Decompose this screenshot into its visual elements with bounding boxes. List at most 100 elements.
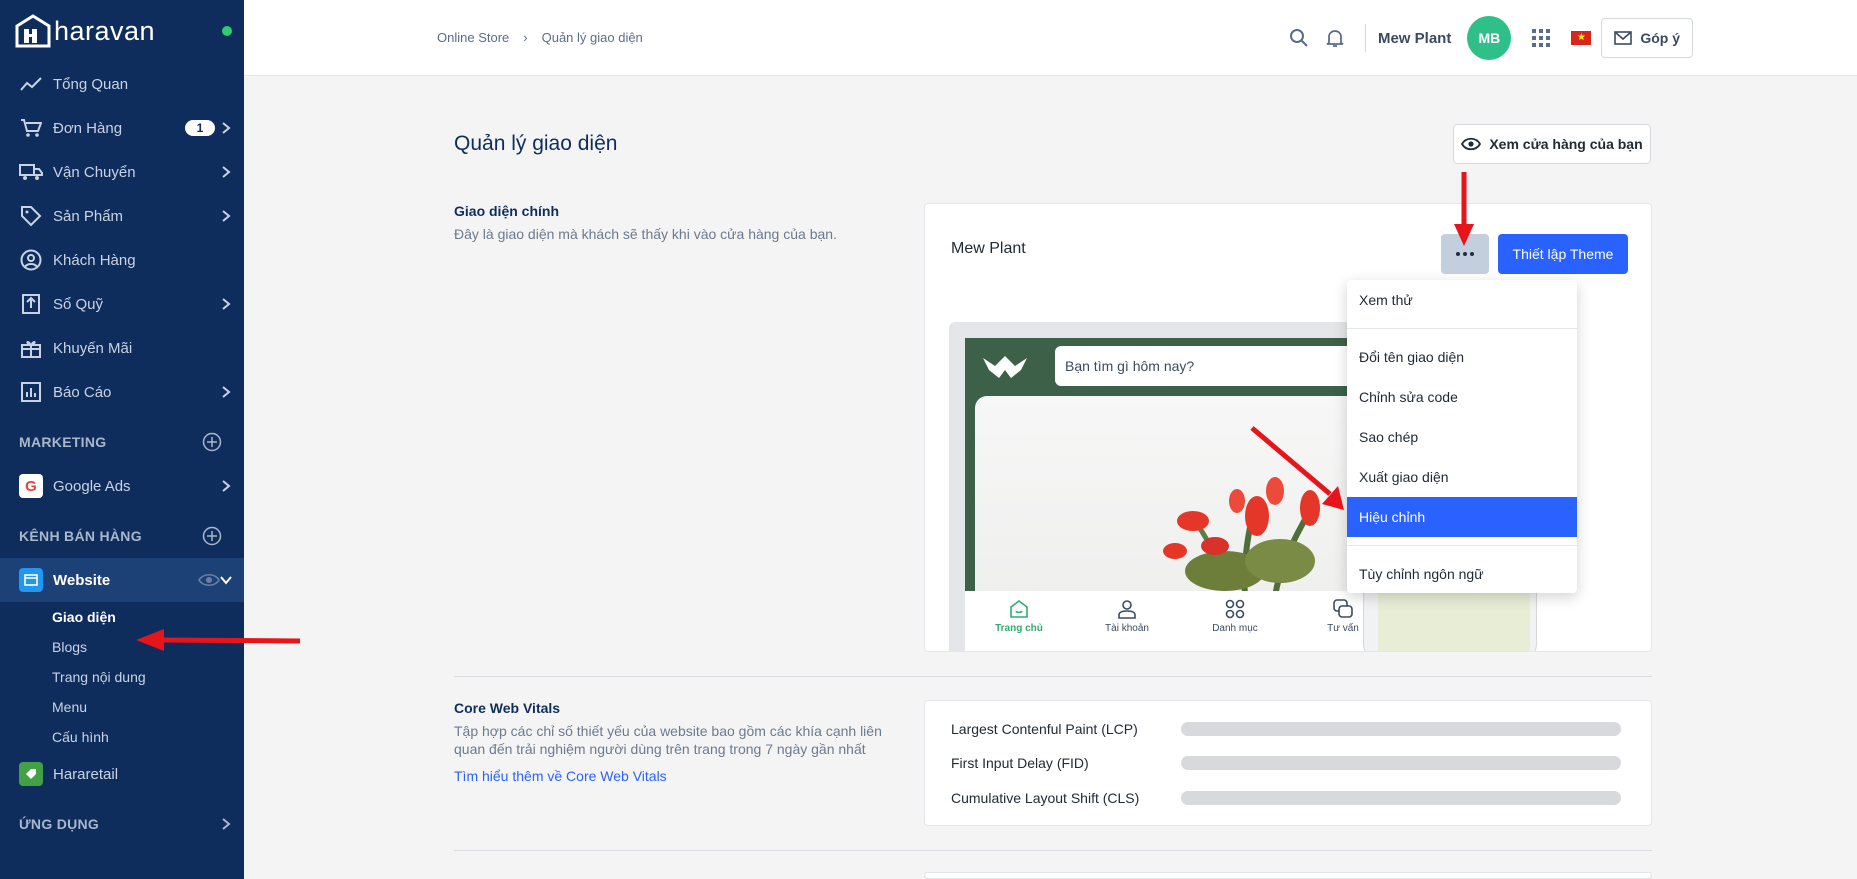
home-icon <box>1010 600 1028 618</box>
search-icon[interactable] <box>1287 26 1311 50</box>
apps-grid-icon[interactable] <box>1529 26 1553 50</box>
user-icon <box>1118 600 1136 619</box>
sidebar-item-label: Đơn Hàng <box>53 119 123 137</box>
avatar[interactable]: MB <box>1467 16 1512 60</box>
cwv-metric-lcp: Largest Contenful Paint (LCP) <box>951 721 1138 737</box>
breadcrumb-separator: › <box>523 30 528 45</box>
sidebar-subitem-pages[interactable]: Trang nội dung <box>0 662 244 692</box>
chevron-right-icon <box>222 480 231 492</box>
theme-name: Mew Plant <box>951 240 1026 257</box>
menu-item-preview[interactable]: Xem thử <box>1347 280 1577 320</box>
section-label: KÊNH BÁN HÀNG <box>19 528 142 544</box>
add-circle-icon[interactable] <box>202 526 222 546</box>
menu-item-edit-code[interactable]: Chỉnh sửa code <box>1347 377 1577 417</box>
menu-item-customize[interactable]: Hiệu chỉnh <box>1347 497 1577 537</box>
top-header: Online Store › Quản lý giao diện Mew Pla… <box>244 0 1857 76</box>
hararetail-icon <box>19 762 43 786</box>
status-dot <box>222 26 232 36</box>
main-theme-desc: Đây là giao diện mà khách sẽ thấy khi và… <box>454 226 837 242</box>
chart-icon <box>19 380 43 404</box>
vietnam-flag-icon[interactable]: ★ <box>1571 31 1592 45</box>
user-icon <box>19 248 43 272</box>
website-icon <box>19 568 43 592</box>
sales-channel-section-title: KÊNH BÁN HÀNG <box>0 514 244 558</box>
section-label: ỨNG DỤNG <box>19 816 100 832</box>
feedback-label: Góp ý <box>1640 30 1680 46</box>
section-divider <box>454 676 1652 677</box>
truck-icon <box>19 160 43 184</box>
sidebar-item-customers[interactable]: Khách Hàng <box>0 238 244 282</box>
preview-nav-label: Trang chủ <box>995 623 1043 634</box>
preview-nav-label: Tài khoản <box>1105 623 1149 634</box>
add-circle-icon[interactable] <box>202 432 222 452</box>
sidebar-item-overview[interactable]: Tổng Quan <box>0 62 244 106</box>
page-title: Quản lý giao diện <box>454 132 618 155</box>
cwv-learn-more-link[interactable]: Tìm hiểu thêm về Core Web Vitals <box>454 768 667 784</box>
setup-theme-button[interactable]: Thiết lập Theme <box>1498 234 1628 274</box>
cwv-desc: Tập hợp các chỉ số thiết yếu của website… <box>454 723 882 757</box>
section-label: MARKETING <box>19 434 107 450</box>
store-name[interactable]: Mew Plant <box>1378 30 1451 47</box>
store-logo-icon <box>983 356 1027 378</box>
menu-item-export[interactable]: Xuất giao diện <box>1347 457 1577 497</box>
breadcrumb-current: Quản lý giao diện <box>541 30 643 45</box>
haravan-logo-icon <box>15 14 51 48</box>
sidebar-item-label: Sổ Quỹ <box>53 295 104 313</box>
view-store-button[interactable]: Xem cửa hàng của bạn <box>1453 124 1651 164</box>
chevron-right-icon <box>222 122 231 134</box>
cwv-bar-cls <box>1181 791 1621 805</box>
marketing-section-title: MARKETING <box>0 420 244 464</box>
sidebar-item-promotions[interactable]: Khuyến Mãi <box>0 326 244 370</box>
dot-icon <box>1470 252 1474 256</box>
cwv-title: Core Web Vitals <box>454 700 561 716</box>
sidebar-item-label: Báo Cáo <box>53 383 112 401</box>
chevron-right-icon <box>222 818 231 830</box>
grid-icon <box>1225 599 1245 619</box>
menu-item-rename[interactable]: Đổi tên giao diện <box>1347 337 1577 377</box>
mail-icon <box>1614 31 1633 45</box>
header-divider <box>1364 24 1366 52</box>
sidebar-item-website[interactable]: Website <box>0 558 244 602</box>
eye-icon[interactable] <box>198 572 220 588</box>
sidebar-item-google-ads[interactable]: G Google Ads <box>0 464 244 508</box>
preview-nav-category: Danh mục <box>1181 591 1289 651</box>
sidebar-item-label: Khuyến Mãi <box>53 339 133 357</box>
cart-icon <box>19 116 43 140</box>
sidebar-item-label: Tổng Quan <box>53 75 129 93</box>
sidebar-item-orders[interactable]: Đơn Hàng 1 <box>0 106 244 150</box>
eye-icon <box>1461 137 1482 151</box>
annotation-arrow-down-icon <box>1454 172 1474 246</box>
breadcrumb: Online Store › Quản lý giao diện <box>437 30 643 45</box>
chevron-right-icon <box>222 166 231 178</box>
sidebar-subitem-menu[interactable]: Menu <box>0 692 244 722</box>
feedback-button[interactable]: Góp ý <box>1601 18 1693 58</box>
annotation-arrow-diagonal-icon <box>1250 426 1344 510</box>
sidebar-item-label: Website <box>53 571 111 589</box>
cwv-card: Largest Contenful Paint (LCP) First Inpu… <box>924 700 1652 826</box>
breadcrumb-online-store[interactable]: Online Store <box>437 30 509 45</box>
sidebar-item-label: Hararetail <box>53 765 119 783</box>
sidebar-item-cashbook[interactable]: Sổ Quỹ <box>0 282 244 326</box>
cashbook-icon <box>19 292 43 316</box>
google-icon: G <box>19 474 43 498</box>
chevron-down-icon[interactable] <box>218 572 234 588</box>
sidebar-item-shipping[interactable]: Vận Chuyển <box>0 150 244 194</box>
logo[interactable]: haravan <box>0 0 244 62</box>
apps-section-title[interactable]: ỨNG DỤNG <box>0 802 244 846</box>
sidebar-item-hararetail[interactable]: Hararetail <box>0 752 244 796</box>
menu-item-language[interactable]: Tùy chỉnh ngôn ngữ <box>1347 554 1577 594</box>
menu-divider <box>1347 328 1577 329</box>
preview-nav-label: Tư vấn <box>1327 623 1359 634</box>
preview-nav-label: Danh mục <box>1212 623 1258 634</box>
dot-icon <box>1463 252 1467 256</box>
sidebar-item-products[interactable]: Sản Phẩm <box>0 194 244 238</box>
sidebar-item-reports[interactable]: Báo Cáo <box>0 370 244 414</box>
section-divider <box>454 850 1652 851</box>
theme-actions-dropdown: Xem thử Đổi tên giao diện Chỉnh sửa code… <box>1347 280 1577 593</box>
bell-icon[interactable] <box>1323 26 1347 50</box>
tag-icon <box>19 204 43 228</box>
sidebar-item-label: Vận Chuyển <box>53 163 136 181</box>
sidebar-subitem-settings[interactable]: Cấu hình <box>0 722 244 752</box>
menu-item-duplicate[interactable]: Sao chép <box>1347 417 1577 457</box>
cwv-metric-cls: Cumulative Layout Shift (CLS) <box>951 790 1140 806</box>
